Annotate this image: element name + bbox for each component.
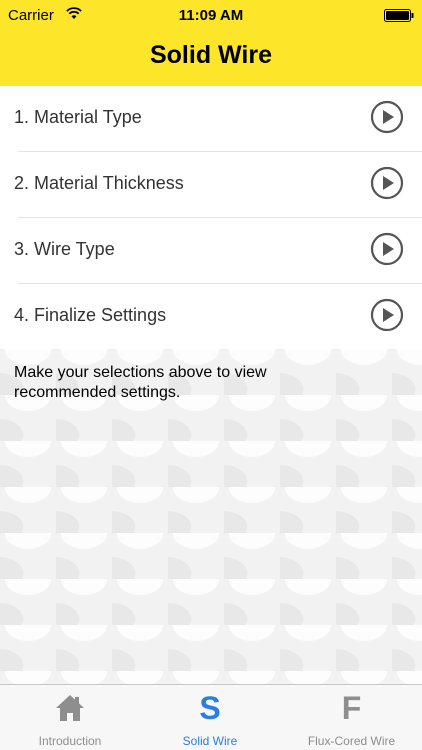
status-bar: Carrier 11:09 AM bbox=[0, 0, 422, 30]
step-row-material-thickness[interactable]: 2. Material Thickness bbox=[0, 152, 422, 218]
tab-bar: Introduction S Solid Wire F Flux-Cored W… bbox=[0, 684, 422, 750]
results-area: Make your selections above to view recom… bbox=[0, 349, 422, 684]
instructions-text: Make your selections above to view recom… bbox=[14, 364, 267, 401]
tab-label: Introduction bbox=[38, 734, 102, 748]
play-icon[interactable] bbox=[370, 166, 404, 200]
s-letter-icon: S bbox=[199, 690, 221, 726]
home-icon bbox=[56, 695, 84, 721]
navigation-header: Carrier 11:09 AM Solid Wire bbox=[0, 0, 422, 86]
step-row-wire-type[interactable]: 3. Wire Type bbox=[0, 218, 422, 284]
steps-list: 1. Material Type 2. Material Thickness 3… bbox=[0, 86, 422, 349]
step-label: 1. Material Type bbox=[14, 107, 142, 127]
tab-label: Flux-Cored Wire bbox=[307, 734, 396, 748]
step-label: 4. Finalize Settings bbox=[14, 305, 167, 325]
play-icon[interactable] bbox=[370, 298, 404, 332]
step-row-finalize-settings[interactable]: 4. Finalize Settings bbox=[0, 284, 422, 349]
step-label: 2. Material Thickness bbox=[14, 173, 184, 193]
tab-introduction[interactable]: Introduction bbox=[0, 685, 140, 750]
tab-flux-cored-wire[interactable]: F Flux-Cored Wire bbox=[281, 685, 422, 750]
play-icon[interactable] bbox=[370, 232, 404, 266]
battery-icon bbox=[384, 9, 414, 22]
clock: 11:09 AM bbox=[178, 7, 244, 24]
page-title: Solid Wire bbox=[149, 41, 272, 69]
tab-label: Solid Wire bbox=[182, 734, 238, 748]
tab-solid-wire[interactable]: S Solid Wire bbox=[140, 685, 280, 750]
step-label: 3. Wire Type bbox=[14, 239, 115, 259]
f-letter-icon: F bbox=[341, 690, 362, 726]
step-row-material-type[interactable]: 1. Material Type bbox=[0, 86, 422, 152]
play-icon[interactable] bbox=[370, 100, 404, 134]
